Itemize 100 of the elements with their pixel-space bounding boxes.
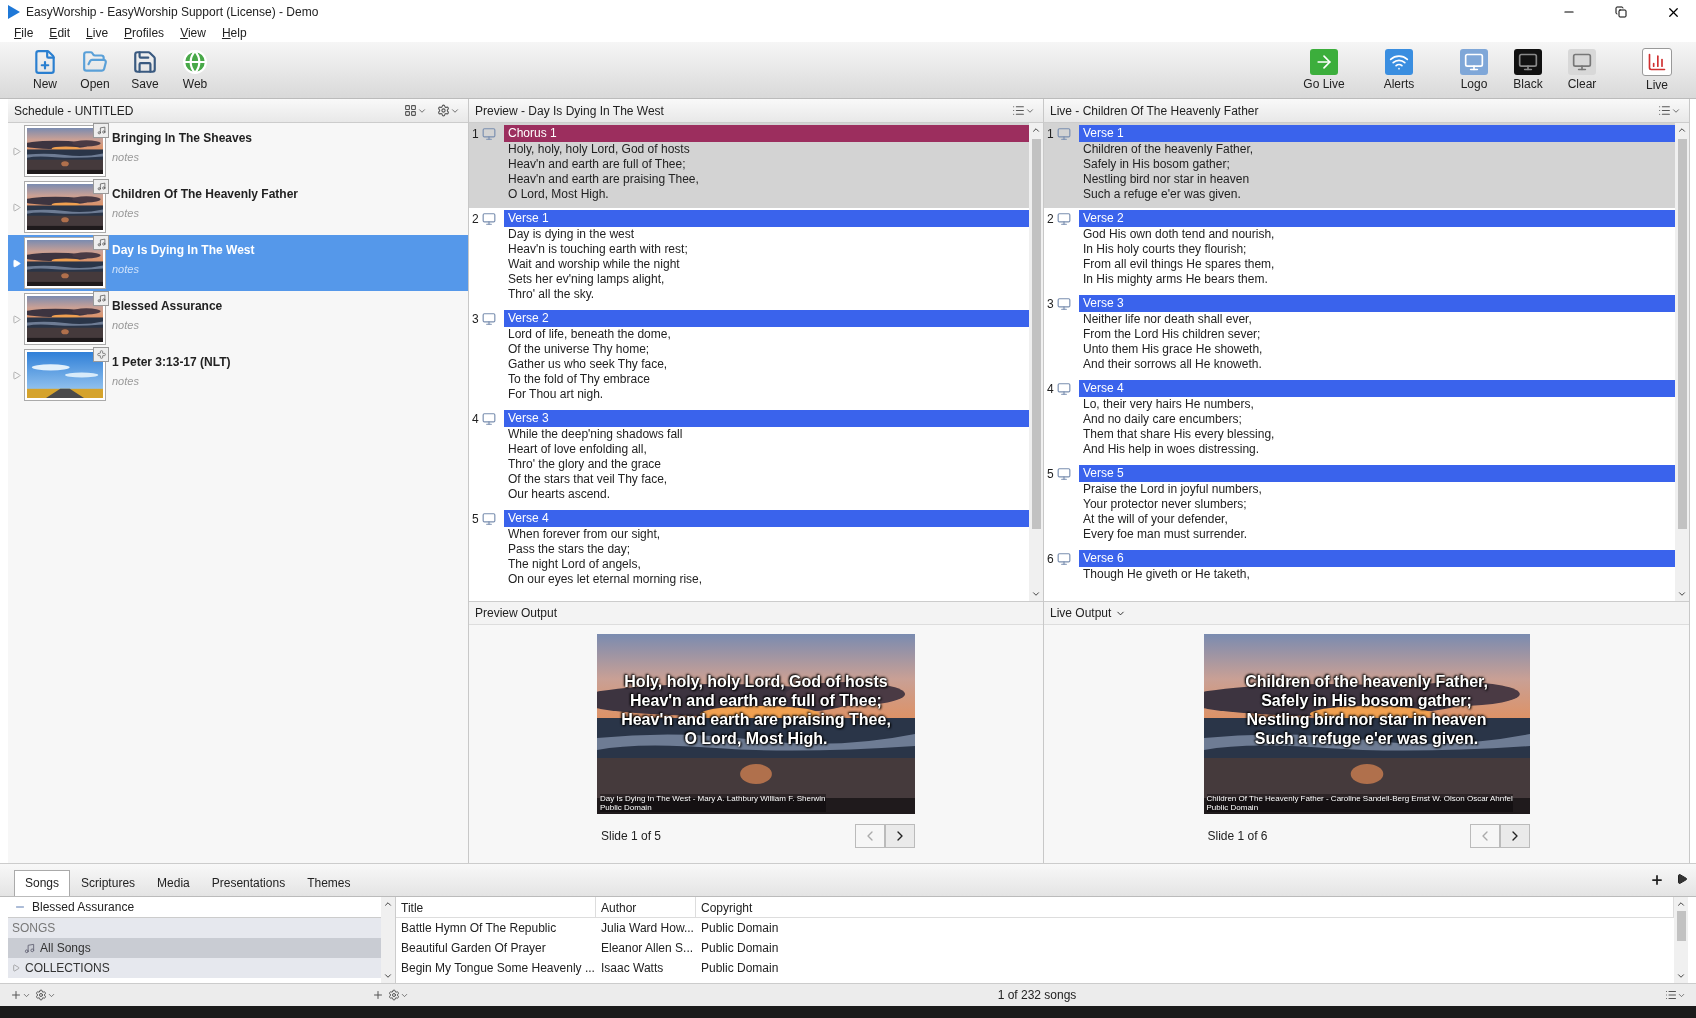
output-title[interactable]: Live Output [1050, 606, 1127, 620]
toolbar-button[interactable]: Go Live [1299, 43, 1349, 97]
previous-button[interactable] [855, 824, 885, 848]
slide-number: 3 [472, 312, 479, 326]
lyric-line: While the deep'ning shadows fall [507, 427, 684, 442]
lyric-line: Sets her ev'ning lamps alight, [507, 272, 666, 287]
library-tab[interactable]: Media [146, 870, 201, 896]
table-cell-text: Julia Ward How... [600, 921, 695, 935]
lyric-line: Heav'n and earth are full of Thee; [507, 157, 687, 172]
list-icon [1658, 104, 1671, 117]
toolbar-button[interactable]: Logo [1449, 43, 1499, 97]
expand-icon[interactable] [11, 202, 21, 212]
toolbar-button[interactable]: Save [122, 43, 168, 97]
scroll-thumb[interactable] [1031, 139, 1041, 529]
library-tab[interactable]: Scriptures [70, 870, 147, 896]
library-tab[interactable]: Songs [14, 870, 71, 896]
expand-icon[interactable] [11, 370, 21, 380]
globe-icon [182, 49, 208, 75]
expand-icon[interactable] [11, 314, 21, 324]
toolbar-button[interactable]: Alerts [1374, 43, 1424, 97]
scroll-down-icon [383, 971, 393, 981]
scroll-thumb[interactable] [1677, 139, 1687, 529]
toolbar-button[interactable]: Black [1503, 43, 1553, 97]
lyric-line: Day is dying in the west [507, 227, 636, 242]
column-header[interactable]: Author [596, 897, 696, 917]
save-icon [132, 49, 158, 75]
schedule-item[interactable]: Children Of The Heavenly Father notes [8, 179, 468, 235]
lyric-line: Heav'n is touching earth with rest; [507, 242, 689, 257]
library-tab[interactable]: Themes [296, 870, 362, 896]
table-cell-text: Isaac Watts [600, 961, 665, 975]
lyric-line: Of the universe Thy home; [507, 342, 651, 357]
scroll-thumb[interactable] [1676, 911, 1686, 941]
item-notes: notes [112, 263, 140, 275]
scrollbar[interactable] [381, 897, 395, 983]
item-notes: notes [112, 207, 140, 219]
toolbar-button[interactable]: Open [72, 43, 118, 97]
slide-label: Verse 2 [1079, 210, 1675, 227]
lyric-line: God His own doth tend and nourish, [1082, 227, 1276, 242]
slide-number: 5 [472, 512, 479, 526]
schedule-item[interactable]: Blessed Assurance notes [8, 291, 468, 347]
schedule-item[interactable]: Bringing In The Sheaves notes [8, 123, 468, 179]
slide-number: 1 [1047, 127, 1054, 141]
slide-item[interactable]: 1 Verse 1 Children of the heavenly Father, Safely in His bosom gather; Nestling bird nor star in heaven Such a refuge e'er was given. [1044, 123, 1675, 208]
lyric-line: Lo, their very hairs He numbers, [1082, 397, 1255, 412]
list-icon [1012, 104, 1025, 117]
alert-icon [1385, 49, 1413, 75]
expand-icon[interactable] [11, 146, 21, 156]
expand-icon[interactable] [12, 964, 20, 972]
lyric-line: Heav'n and earth are full of Thee; [630, 691, 882, 710]
credit-line: Public Domain [1206, 803, 1260, 812]
lyric-line: Children of the heavenly Father, [1082, 142, 1255, 157]
previous-button[interactable] [1469, 824, 1500, 848]
scrollbar[interactable] [1675, 123, 1689, 601]
menu-item[interactable]: File [14, 26, 34, 40]
expand-icon[interactable] [11, 258, 21, 268]
slide-number: 5 [1047, 467, 1054, 481]
slide-number: 2 [472, 212, 479, 226]
slide-item[interactable]: 1 Chorus 1 Holy, holy, holy Lord, God of hosts Heav'n and earth are full of Thee; Heav'n and earth are praising Thee, O Lord, Most High. [469, 123, 1029, 208]
schedule-item[interactable]: 1 Peter 3:13-17 (NLT) notes [8, 347, 468, 403]
lyric-line: Such a refuge e'er was given. [1254, 729, 1479, 748]
toolbar-button[interactable]: Live [1632, 43, 1682, 97]
lyric-line: O Lord, Most High. [507, 187, 610, 202]
menu-item[interactable]: Live [86, 26, 109, 40]
column-header[interactable]: Title [396, 897, 596, 917]
lyric-line: Your protector never slumbers; [1082, 497, 1248, 512]
scrollbar[interactable] [1029, 123, 1043, 601]
lyric-line: On our eyes let eternal morning rise, [507, 572, 704, 587]
lyric-line: Safely in His bosom gather; [1082, 157, 1231, 172]
item-title: Blessed Assurance [112, 299, 223, 313]
item-title: Children Of The Heavenly Father [112, 187, 299, 201]
toolbar-button[interactable]: Web [172, 43, 218, 97]
slide-label: Verse 2 [504, 310, 1029, 327]
tree-item[interactable]: COLLECTIONS [8, 958, 381, 978]
next-button[interactable] [885, 824, 915, 848]
monitor-icon [481, 412, 496, 426]
toolbar-button[interactable]: Clear [1557, 43, 1607, 97]
play-icon[interactable] [1676, 873, 1688, 885]
slide-number: 1 [472, 127, 479, 141]
slide-counter: Slide 1 of 6 [1206, 829, 1268, 843]
lyric-line: Thro' all the sky. [507, 287, 596, 302]
slide-label: Verse 3 [1079, 295, 1675, 312]
toolbar-button[interactable]: New [22, 43, 68, 97]
menu-item[interactable]: Help [221, 26, 247, 40]
menu-item[interactable]: Edit [49, 26, 71, 40]
lyric-line: Heart of love enfolding all, [507, 442, 648, 457]
slide-label: Verse 5 [1079, 465, 1675, 482]
scrollbar[interactable] [1674, 897, 1688, 983]
menu-item[interactable]: Profiles [124, 26, 165, 40]
add-icon [372, 989, 384, 1001]
slide-label: Verse 4 [1079, 380, 1675, 397]
monitor-icon [1460, 49, 1488, 75]
add-icon[interactable] [1650, 873, 1664, 887]
lyric-line: And their sorrows all He knoweth. [1082, 357, 1263, 372]
menu-item[interactable]: View [180, 26, 206, 40]
library-tab[interactable]: Presentations [200, 870, 297, 896]
next-button[interactable] [1499, 824, 1530, 848]
monitor-icon [1056, 127, 1071, 141]
tree-item[interactable]: All Songs [8, 938, 381, 958]
slide-label: Verse 4 [504, 510, 1029, 527]
lyric-line: From all evil things He spares them, [1082, 257, 1276, 272]
